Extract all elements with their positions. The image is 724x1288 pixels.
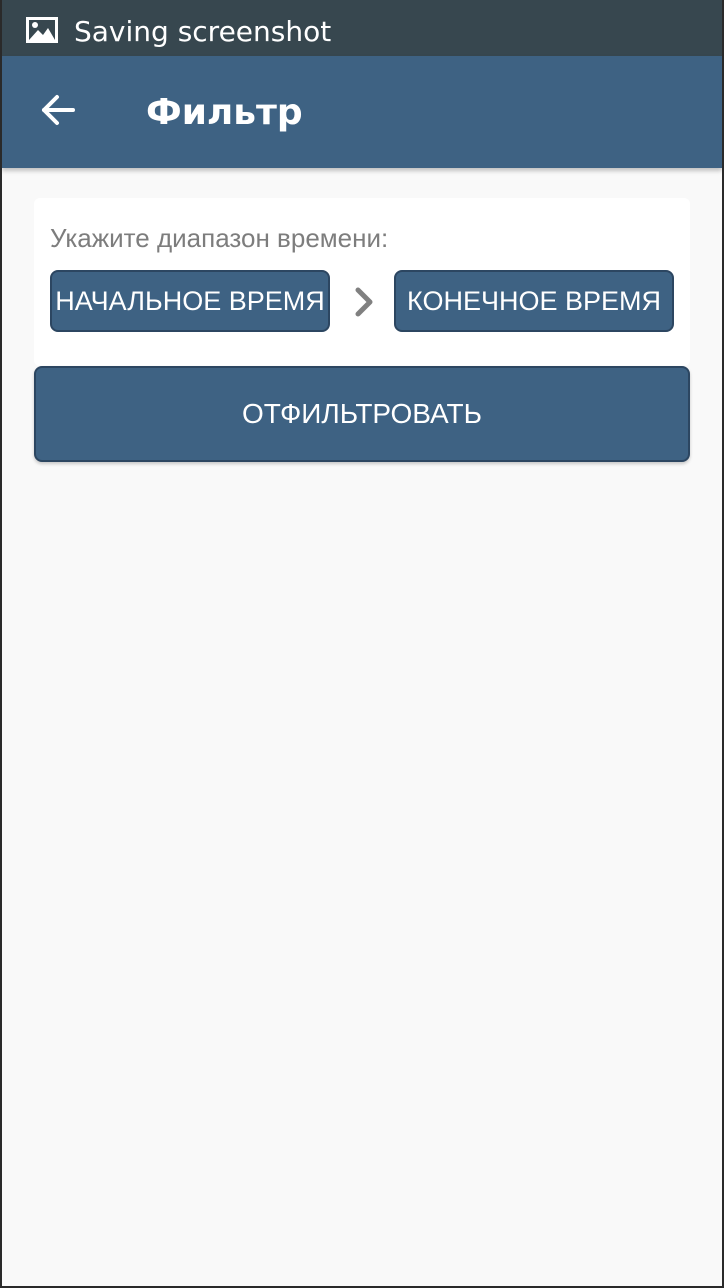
status-bar: Saving screenshot — [2, 0, 722, 56]
filter-button[interactable]: ОТФИЛЬТРОВАТЬ — [34, 366, 690, 462]
end-time-button[interactable]: КОНЕЧНОЕ ВРЕМЯ — [394, 270, 674, 332]
app-bar: Фильтр — [2, 56, 722, 168]
image-icon — [26, 17, 58, 43]
time-range-label: Укажите диапазон времени: — [50, 223, 389, 253]
page-title: Фильтр — [146, 92, 303, 133]
status-notification-text: Saving screenshot — [74, 15, 332, 48]
start-time-button[interactable]: НАЧАЛЬНОЕ ВРЕМЯ — [50, 270, 330, 332]
chevron-right-icon — [350, 286, 378, 318]
back-button[interactable] — [26, 80, 90, 144]
screen: Saving screenshot Фильтр Укажите диапазо… — [2, 0, 722, 1286]
arrow-left-icon — [40, 92, 76, 133]
time-range-card: Укажите диапазон времени: НАЧАЛЬНОЕ ВРЕМ… — [34, 198, 690, 366]
